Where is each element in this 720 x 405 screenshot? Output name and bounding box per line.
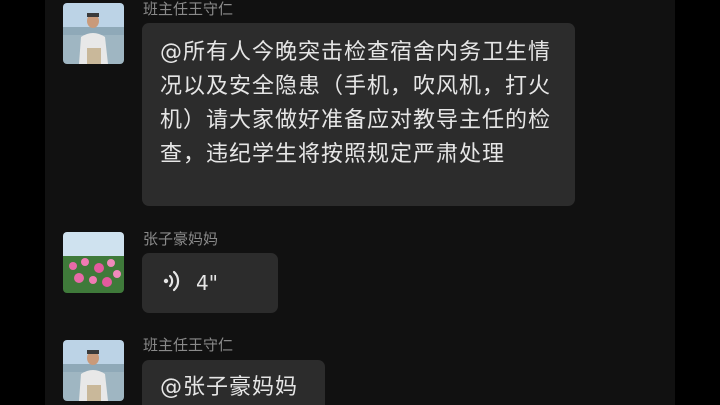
voice-wave-icon (162, 269, 182, 297)
avatar[interactable] (63, 340, 124, 401)
sender-name: 张子豪妈妈 (143, 230, 219, 248)
man-by-lake-photo-icon (63, 3, 124, 64)
message-bubble[interactable]: @张子豪妈妈 (142, 360, 325, 405)
pink-flowers-photo-icon (63, 232, 124, 293)
message-text: @张子豪妈妈 (160, 375, 299, 400)
avatar[interactable] (63, 232, 124, 293)
voice-message-row: 4" (142, 253, 278, 313)
message-text: @所有人今晚突击检查宿舍内务卫生情况以及安全隐患（手机，吹风机，打火机）请大家做… (160, 40, 552, 167)
message-bubble[interactable]: @所有人今晚突击检查宿舍内务卫生情况以及安全隐患（手机，吹风机，打火机）请大家做… (142, 23, 575, 206)
voice-duration: 4" (196, 271, 218, 295)
voice-message-bubble[interactable]: 4" (142, 253, 278, 313)
sender-name: 班主任王守仁 (143, 0, 234, 18)
chat-message-list[interactable]: 班主任王守仁 @所有人今晚突击检查宿舍内务卫生情况以及安全隐患（手机，吹风机，打… (45, 0, 675, 405)
man-by-lake-photo-icon (63, 340, 124, 401)
avatar[interactable] (63, 3, 124, 64)
sender-name: 班主任王守仁 (143, 336, 234, 354)
